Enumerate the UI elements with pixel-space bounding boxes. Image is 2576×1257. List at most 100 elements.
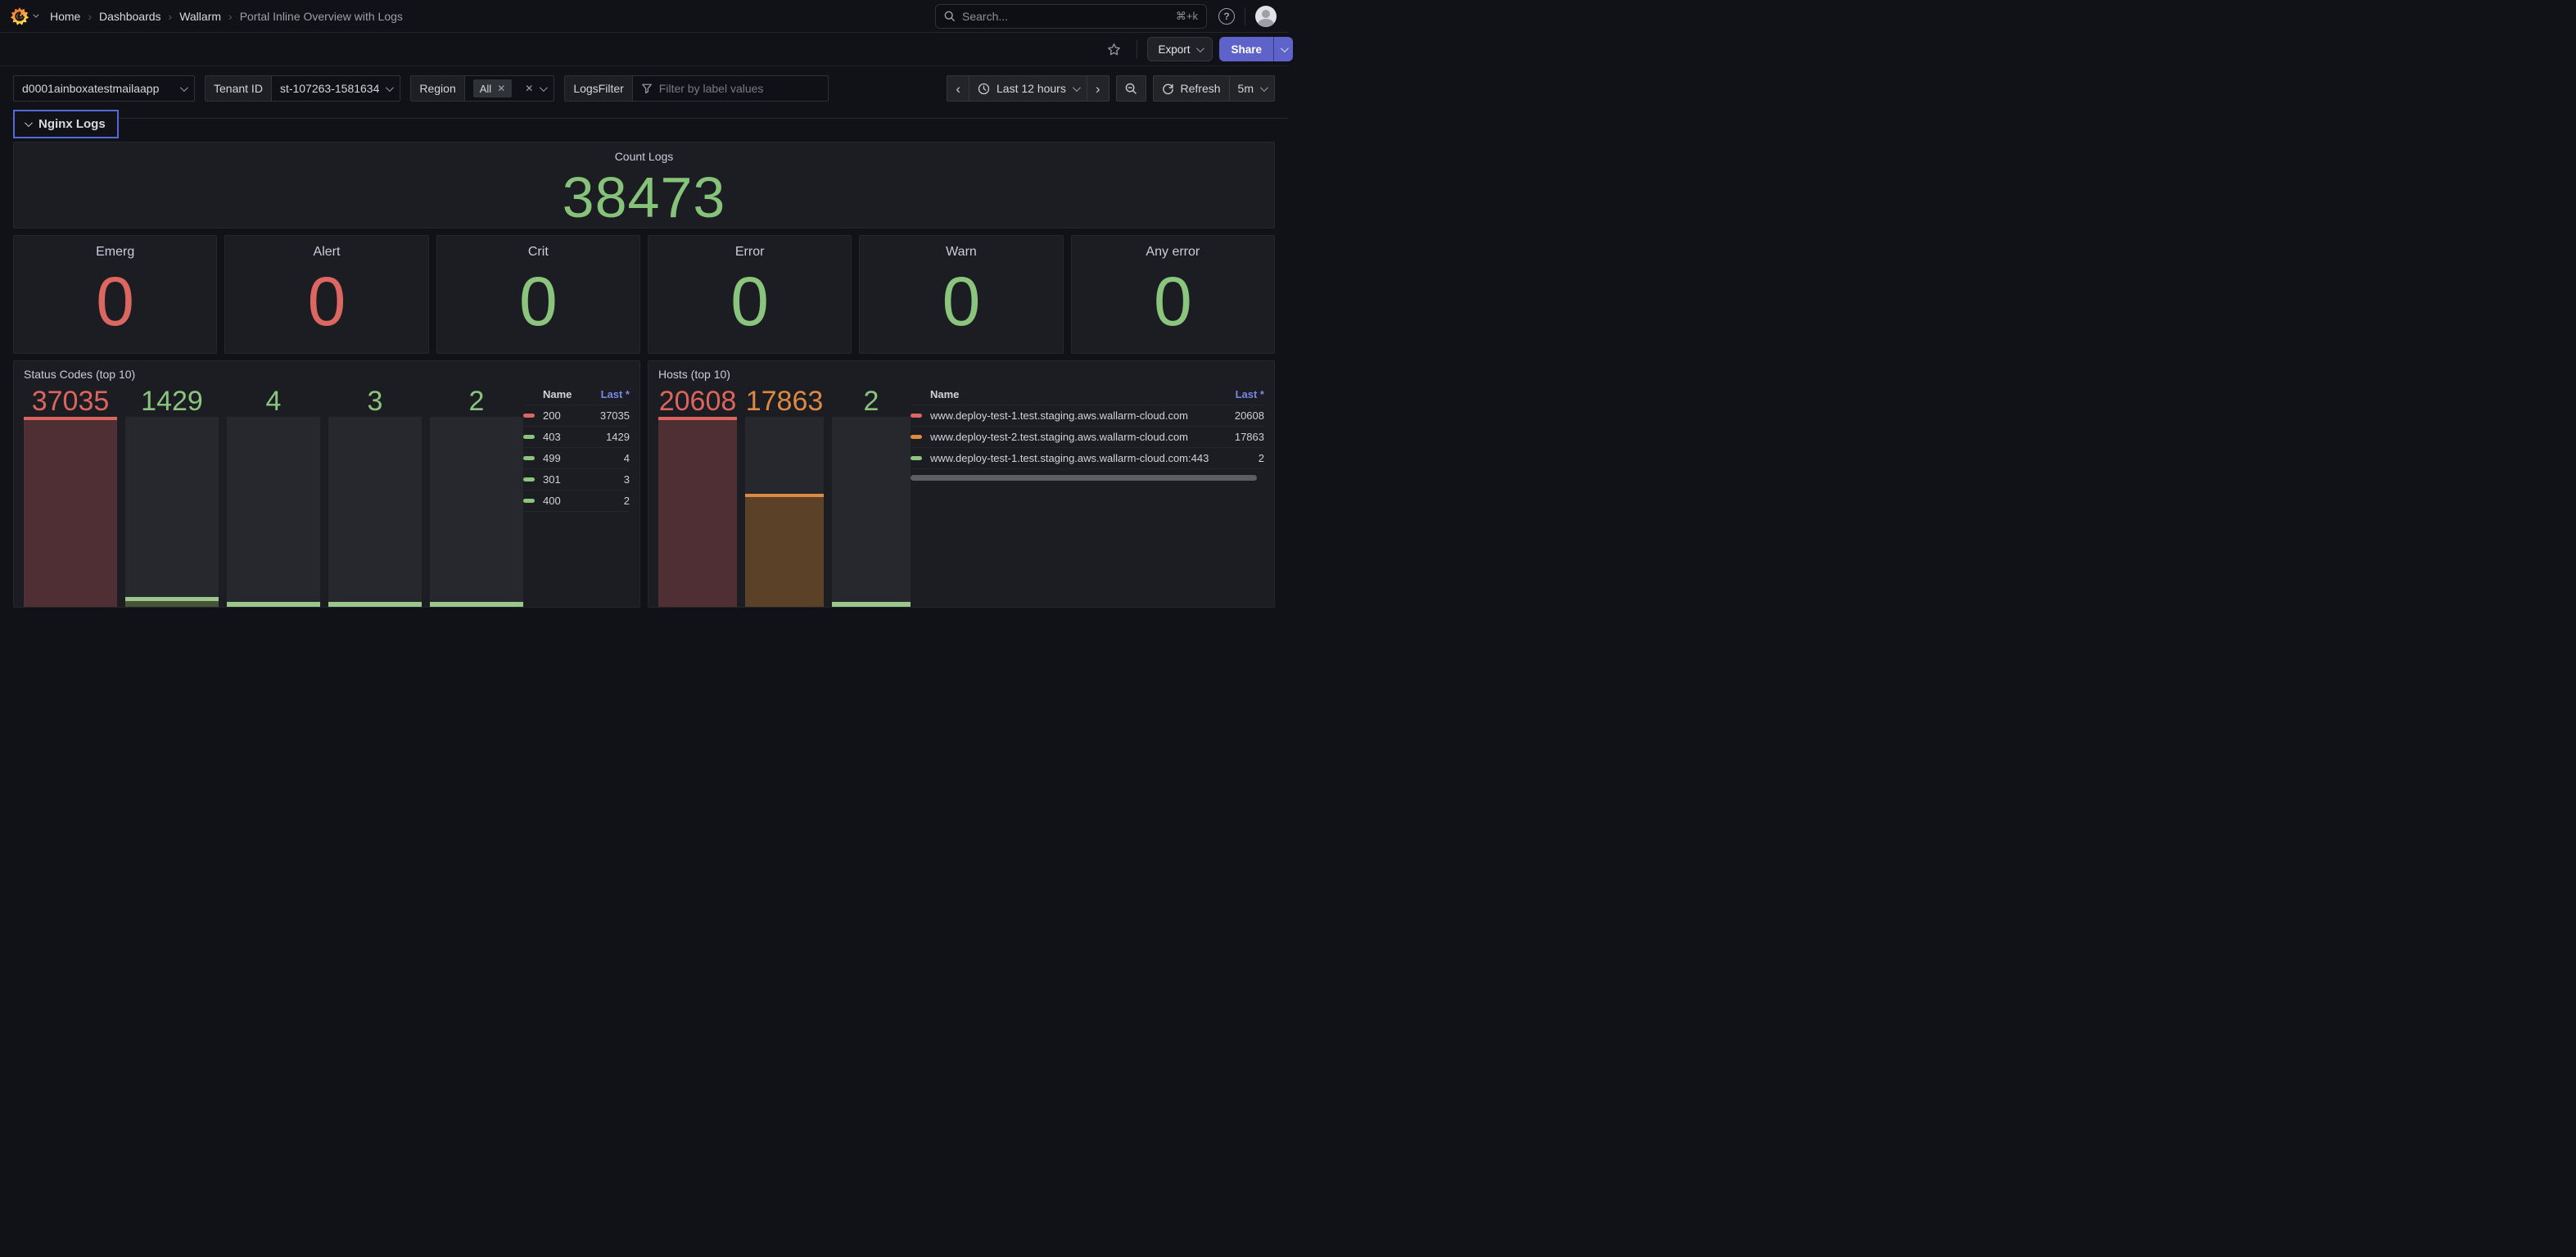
stat-title[interactable]: Alert — [314, 245, 341, 260]
bar-host-3[interactable]: 2 — [832, 384, 911, 607]
legend-row[interactable]: 499 4 — [523, 448, 630, 469]
legend-horizontal-scrollbar[interactable] — [911, 475, 1257, 481]
time-range-picker[interactable]: Last 12 hours — [969, 76, 1087, 101]
panel-count-logs: Count Logs 38473 — [13, 142, 1275, 228]
clear-selection-icon[interactable]: ✕ — [525, 83, 533, 94]
legend-value: 4 — [624, 452, 630, 464]
count-logs-title[interactable]: Count Logs — [615, 150, 674, 163]
star-icon — [1106, 42, 1122, 57]
row-nginx-logs-toggle[interactable]: Nginx Logs — [13, 110, 119, 138]
legend-row[interactable]: www.deploy-test-2.test.staging.aws.walla… — [911, 427, 1264, 448]
legend-row[interactable]: 200 37035 — [523, 405, 630, 427]
status-codes-legend: Name Last * 200 37035 403 1429 — [523, 384, 630, 607]
stat-title[interactable]: Error — [735, 245, 765, 260]
panel-warn: Warn 0 — [859, 235, 1063, 354]
legend-header-last[interactable]: Last * — [1236, 388, 1264, 400]
legend-value: 2 — [624, 495, 630, 507]
region-dropdown[interactable]: All ✕ ✕ — [465, 76, 554, 101]
legend-row[interactable]: 400 2 — [523, 491, 630, 512]
tenant-id-label: Tenant ID — [206, 76, 272, 101]
grafana-logo-icon — [10, 7, 29, 26]
hosts-title[interactable]: Hosts (top 10) — [658, 368, 1264, 381]
logs-filter-label: LogsFilter — [565, 76, 632, 101]
legend-name: 400 — [543, 495, 561, 507]
breadcrumb-dashboards[interactable]: Dashboards — [99, 10, 161, 23]
app-select-dropdown[interactable]: d0001ainboxatestmailaapp — [13, 75, 195, 102]
bar-status-403[interactable]: 1429 — [125, 384, 219, 607]
grafana-logo-menu[interactable] — [10, 7, 37, 26]
refresh-label: Refresh — [1181, 82, 1221, 95]
search-shortcut: ⌘+k — [1176, 10, 1198, 23]
funnel-filter-icon — [641, 83, 653, 94]
chevron-down-icon — [1260, 84, 1268, 92]
tenant-id-control: Tenant ID st-107263-1581634 — [205, 75, 400, 102]
bar-status-301[interactable]: 3 — [328, 384, 422, 607]
chip-remove-icon[interactable]: ✕ — [497, 83, 505, 94]
time-shift-back-button[interactable]: ‹ — [947, 76, 969, 101]
breadcrumb-separator: › — [88, 10, 92, 23]
bar-host-1[interactable]: 20608 — [658, 384, 737, 607]
legend-name: www.deploy-test-1.test.staging.aws.walla… — [930, 409, 1188, 422]
export-label: Export — [1158, 43, 1190, 56]
refresh-interval-dropdown[interactable]: 5m — [1230, 76, 1274, 101]
time-zoom-out-button[interactable] — [1117, 76, 1146, 101]
legend-header-name[interactable]: Name — [930, 388, 959, 400]
search-input[interactable] — [962, 10, 1169, 23]
top-nav-bar: Home › Dashboards › Wallarm › Portal Inl… — [0, 0, 1288, 33]
panel-alert: Alert 0 — [224, 235, 428, 354]
refresh-button[interactable]: Refresh — [1154, 76, 1230, 101]
bar-value-label: 20608 — [658, 384, 737, 417]
share-dropdown-button[interactable] — [1273, 37, 1293, 61]
bar-status-200[interactable]: 37035 — [24, 384, 117, 607]
legend-row[interactable]: www.deploy-test-1.test.staging.aws.walla… — [911, 448, 1264, 469]
panel-error: Error 0 — [648, 235, 852, 354]
legend-row[interactable]: 301 3 — [523, 469, 630, 491]
region-control: Region All ✕ ✕ — [410, 75, 554, 102]
legend-row[interactable]: 403 1429 — [523, 427, 630, 448]
favorite-star-button[interactable] — [1106, 42, 1122, 57]
bar-status-400[interactable]: 2 — [430, 384, 523, 607]
chevron-down-icon — [33, 12, 38, 18]
legend-name: 301 — [543, 473, 561, 486]
help-icon[interactable]: ? — [1218, 8, 1235, 25]
stat-title[interactable]: Crit — [528, 245, 549, 260]
tenant-id-dropdown[interactable]: st-107263-1581634 — [272, 76, 400, 101]
legend-value: 20608 — [1235, 409, 1264, 422]
chevron-down-icon — [25, 119, 33, 127]
stat-title[interactable]: Emerg — [96, 245, 134, 260]
stat-value: 0 — [308, 267, 346, 336]
panel-hosts: Hosts (top 10) 20608 17863 2 — [648, 360, 1275, 608]
legend-header-name[interactable]: Name — [543, 388, 572, 400]
share-button[interactable]: Share — [1219, 37, 1273, 61]
breadcrumb: Home › Dashboards › Wallarm › Portal Inl… — [50, 10, 403, 23]
bar-status-499[interactable]: 4 — [227, 384, 320, 607]
section-row: Nginx Logs — [13, 102, 1275, 141]
chevron-down-icon — [1281, 44, 1289, 52]
breadcrumb-separator: › — [169, 10, 173, 23]
region-label: Region — [411, 76, 464, 101]
stat-title[interactable]: Warn — [946, 245, 977, 260]
logs-filter-input[interactable] — [659, 82, 820, 95]
panel-any-error: Any error 0 — [1071, 235, 1275, 354]
search-box[interactable]: ⌘+k — [935, 4, 1207, 29]
region-chip-all[interactable]: All ✕ — [473, 79, 513, 97]
user-avatar[interactable] — [1255, 6, 1277, 27]
legend-header-last[interactable]: Last * — [601, 388, 630, 400]
panel-crit: Crit 0 — [436, 235, 640, 354]
legend-value: 17863 — [1235, 431, 1264, 443]
legend-header: Name Last * — [911, 384, 1264, 405]
region-chip-label: All — [480, 83, 491, 95]
status-codes-title[interactable]: Status Codes (top 10) — [24, 368, 630, 381]
stat-title[interactable]: Any error — [1146, 245, 1200, 260]
export-button[interactable]: Export — [1147, 37, 1213, 61]
breadcrumb-home[interactable]: Home — [50, 10, 80, 23]
count-logs-value: 38473 — [563, 169, 726, 226]
time-shift-forward-button[interactable]: › — [1087, 76, 1109, 101]
zoom-out-group — [1116, 75, 1146, 102]
breadcrumb-wallarm[interactable]: Wallarm — [179, 10, 221, 23]
legend-header: Name Last * — [523, 384, 630, 405]
bar-host-2[interactable]: 17863 — [745, 384, 824, 607]
legend-row[interactable]: www.deploy-test-1.test.staging.aws.walla… — [911, 405, 1264, 427]
stat-value: 0 — [730, 267, 769, 336]
clock-icon — [978, 83, 990, 95]
